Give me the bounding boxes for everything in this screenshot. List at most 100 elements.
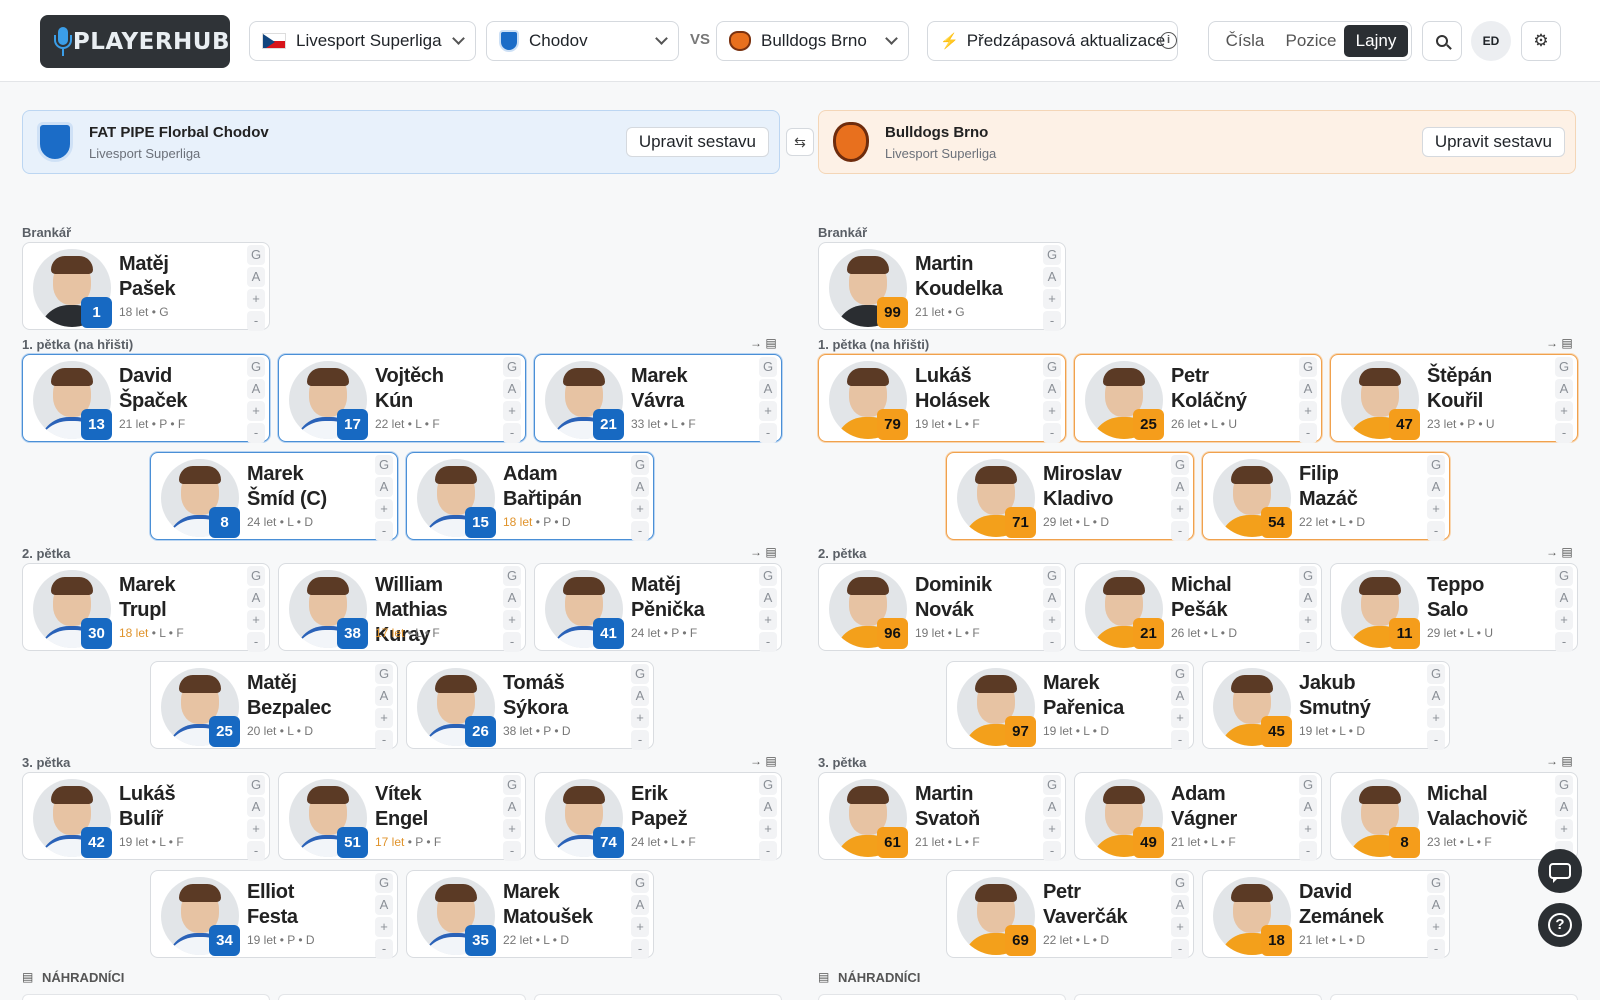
- plus-button[interactable]: +: [759, 610, 777, 630]
- assist-button[interactable]: A: [759, 797, 777, 817]
- goal-button[interactable]: G: [375, 873, 393, 893]
- assist-button[interactable]: A: [1171, 686, 1189, 706]
- player-card[interactable]: 54 Filip Mazáč 22 let • L • D G A + -: [1202, 452, 1450, 541]
- settings-button[interactable]: ⚙: [1521, 21, 1561, 61]
- plus-button[interactable]: +: [1043, 401, 1061, 421]
- goal-button[interactable]: G: [759, 566, 777, 586]
- tab-pozice[interactable]: Pozice: [1278, 25, 1344, 57]
- minus-button[interactable]: -: [247, 423, 265, 443]
- plus-button[interactable]: +: [1171, 499, 1189, 519]
- assist-button[interactable]: A: [1171, 895, 1189, 915]
- goal-button[interactable]: G: [503, 357, 521, 377]
- plus-button[interactable]: +: [247, 610, 265, 630]
- minus-button[interactable]: -: [1427, 521, 1445, 541]
- plus-button[interactable]: +: [1427, 499, 1445, 519]
- player-card[interactable]: 35 Marek Matoušek 22 let • L • D G A + -: [406, 870, 654, 959]
- goal-button[interactable]: G: [1555, 357, 1573, 377]
- player-card[interactable]: 1 Matěj Pašek 18 let • G G A + -: [22, 242, 270, 331]
- minus-button[interactable]: -: [631, 730, 649, 750]
- line-tools-icon[interactable]: → ▤: [750, 545, 777, 559]
- plus-button[interactable]: +: [759, 819, 777, 839]
- minus-button[interactable]: -: [1171, 521, 1189, 541]
- goal-button[interactable]: G: [375, 664, 393, 684]
- minus-button[interactable]: -: [1043, 423, 1061, 443]
- plus-button[interactable]: +: [1555, 610, 1573, 630]
- player-card[interactable]: 8MichalValachovič23 let • L • FGA+-: [1330, 772, 1578, 861]
- minus-button[interactable]: -: [1043, 311, 1061, 331]
- minus-button[interactable]: -: [631, 521, 649, 541]
- goal-button[interactable]: G: [503, 566, 521, 586]
- minus-button[interactable]: -: [247, 841, 265, 861]
- player-card[interactable]: 21 Michal Pešák 26 let • L • D G A + -: [1074, 563, 1322, 652]
- chat-button[interactable]: [1538, 849, 1582, 893]
- line-tools-icon[interactable]: → ▤: [750, 754, 777, 768]
- minus-button[interactable]: -: [375, 521, 393, 541]
- plus-button[interactable]: +: [1043, 289, 1061, 309]
- player-card[interactable]: 18 David Zemánek 21 let • L • D G A + -: [1202, 870, 1450, 959]
- minus-button[interactable]: -: [503, 632, 521, 652]
- bench-card[interactable]: [818, 994, 1066, 1000]
- user-avatar[interactable]: ED: [1471, 21, 1511, 61]
- plus-button[interactable]: +: [1555, 401, 1573, 421]
- goal-button[interactable]: G: [1043, 245, 1061, 265]
- minus-button[interactable]: -: [1171, 939, 1189, 959]
- assist-button[interactable]: A: [1043, 267, 1061, 287]
- assist-button[interactable]: A: [1043, 797, 1061, 817]
- assist-button[interactable]: A: [247, 267, 265, 287]
- assist-button[interactable]: A: [631, 686, 649, 706]
- plus-button[interactable]: +: [631, 917, 649, 937]
- player-card[interactable]: 30 Marek Trupl 18 let • L • F G A + -: [22, 563, 270, 652]
- plus-button[interactable]: +: [759, 401, 777, 421]
- plus-button[interactable]: +: [375, 708, 393, 728]
- goal-button[interactable]: G: [247, 775, 265, 795]
- plus-button[interactable]: +: [503, 610, 521, 630]
- player-card[interactable]: 38 William Mathias Kuray 17 let • L • F G A + -: [278, 563, 526, 652]
- goal-button[interactable]: G: [631, 873, 649, 893]
- assist-button[interactable]: A: [503, 379, 521, 399]
- home-team-select[interactable]: Chodov: [486, 21, 679, 61]
- player-card[interactable]: 74 Erik Papež 24 let • L • F G A + -: [534, 772, 782, 861]
- minus-button[interactable]: -: [1427, 939, 1445, 959]
- player-card[interactable]: 71 Miroslav Kladivo 29 let • L • D G A + -: [946, 452, 1194, 541]
- plus-button[interactable]: +: [247, 401, 265, 421]
- player-card[interactable]: 99 Martin Koudelka 21 let • G G A + -: [818, 242, 1066, 331]
- minus-button[interactable]: -: [503, 841, 521, 861]
- assist-button[interactable]: A: [1043, 588, 1061, 608]
- assist-button[interactable]: A: [631, 895, 649, 915]
- minus-button[interactable]: -: [375, 730, 393, 750]
- minus-button[interactable]: -: [375, 939, 393, 959]
- goal-button[interactable]: G: [1043, 566, 1061, 586]
- goal-button[interactable]: G: [1043, 775, 1061, 795]
- plus-button[interactable]: +: [1171, 708, 1189, 728]
- player-card[interactable]: 42 Lukáš Bulíř 19 let • L • F G A + -: [22, 772, 270, 861]
- player-card[interactable]: 13 David Špaček 21 let • P • F G A + -: [22, 354, 270, 443]
- goal-button[interactable]: G: [759, 357, 777, 377]
- player-card[interactable]: 47 Štěpán Kouřil 23 let • P • U G A + -: [1330, 354, 1578, 443]
- assist-button[interactable]: A: [759, 588, 777, 608]
- assist-button[interactable]: A: [1299, 379, 1317, 399]
- goal-button[interactable]: G: [631, 664, 649, 684]
- goal-button[interactable]: G: [1171, 664, 1189, 684]
- tab-cisla[interactable]: Čísla: [1212, 25, 1278, 57]
- assist-button[interactable]: A: [375, 895, 393, 915]
- goal-button[interactable]: G: [759, 775, 777, 795]
- plus-button[interactable]: +: [503, 401, 521, 421]
- goal-button[interactable]: G: [247, 357, 265, 377]
- away-edit-lineup-button[interactable]: Upravit sestavu: [1421, 127, 1565, 157]
- prematch-update-button[interactable]: ⚡ Předzápasová aktualizace: [927, 21, 1179, 61]
- plus-button[interactable]: +: [1427, 917, 1445, 937]
- assist-button[interactable]: A: [375, 477, 393, 497]
- assist-button[interactable]: A: [1427, 686, 1445, 706]
- bench-card[interactable]: [1074, 994, 1322, 1000]
- minus-button[interactable]: -: [1299, 841, 1317, 861]
- help-button[interactable]: ?: [1538, 903, 1582, 947]
- plus-button[interactable]: +: [631, 499, 649, 519]
- plus-button[interactable]: +: [247, 289, 265, 309]
- minus-button[interactable]: -: [1171, 730, 1189, 750]
- minus-button[interactable]: -: [1555, 632, 1573, 652]
- player-card[interactable]: 11 Teppo Salo 29 let • L • U G A + -: [1330, 563, 1578, 652]
- plus-button[interactable]: +: [1171, 917, 1189, 937]
- assist-button[interactable]: A: [503, 797, 521, 817]
- goal-button[interactable]: G: [247, 245, 265, 265]
- goal-button[interactable]: G: [1555, 566, 1573, 586]
